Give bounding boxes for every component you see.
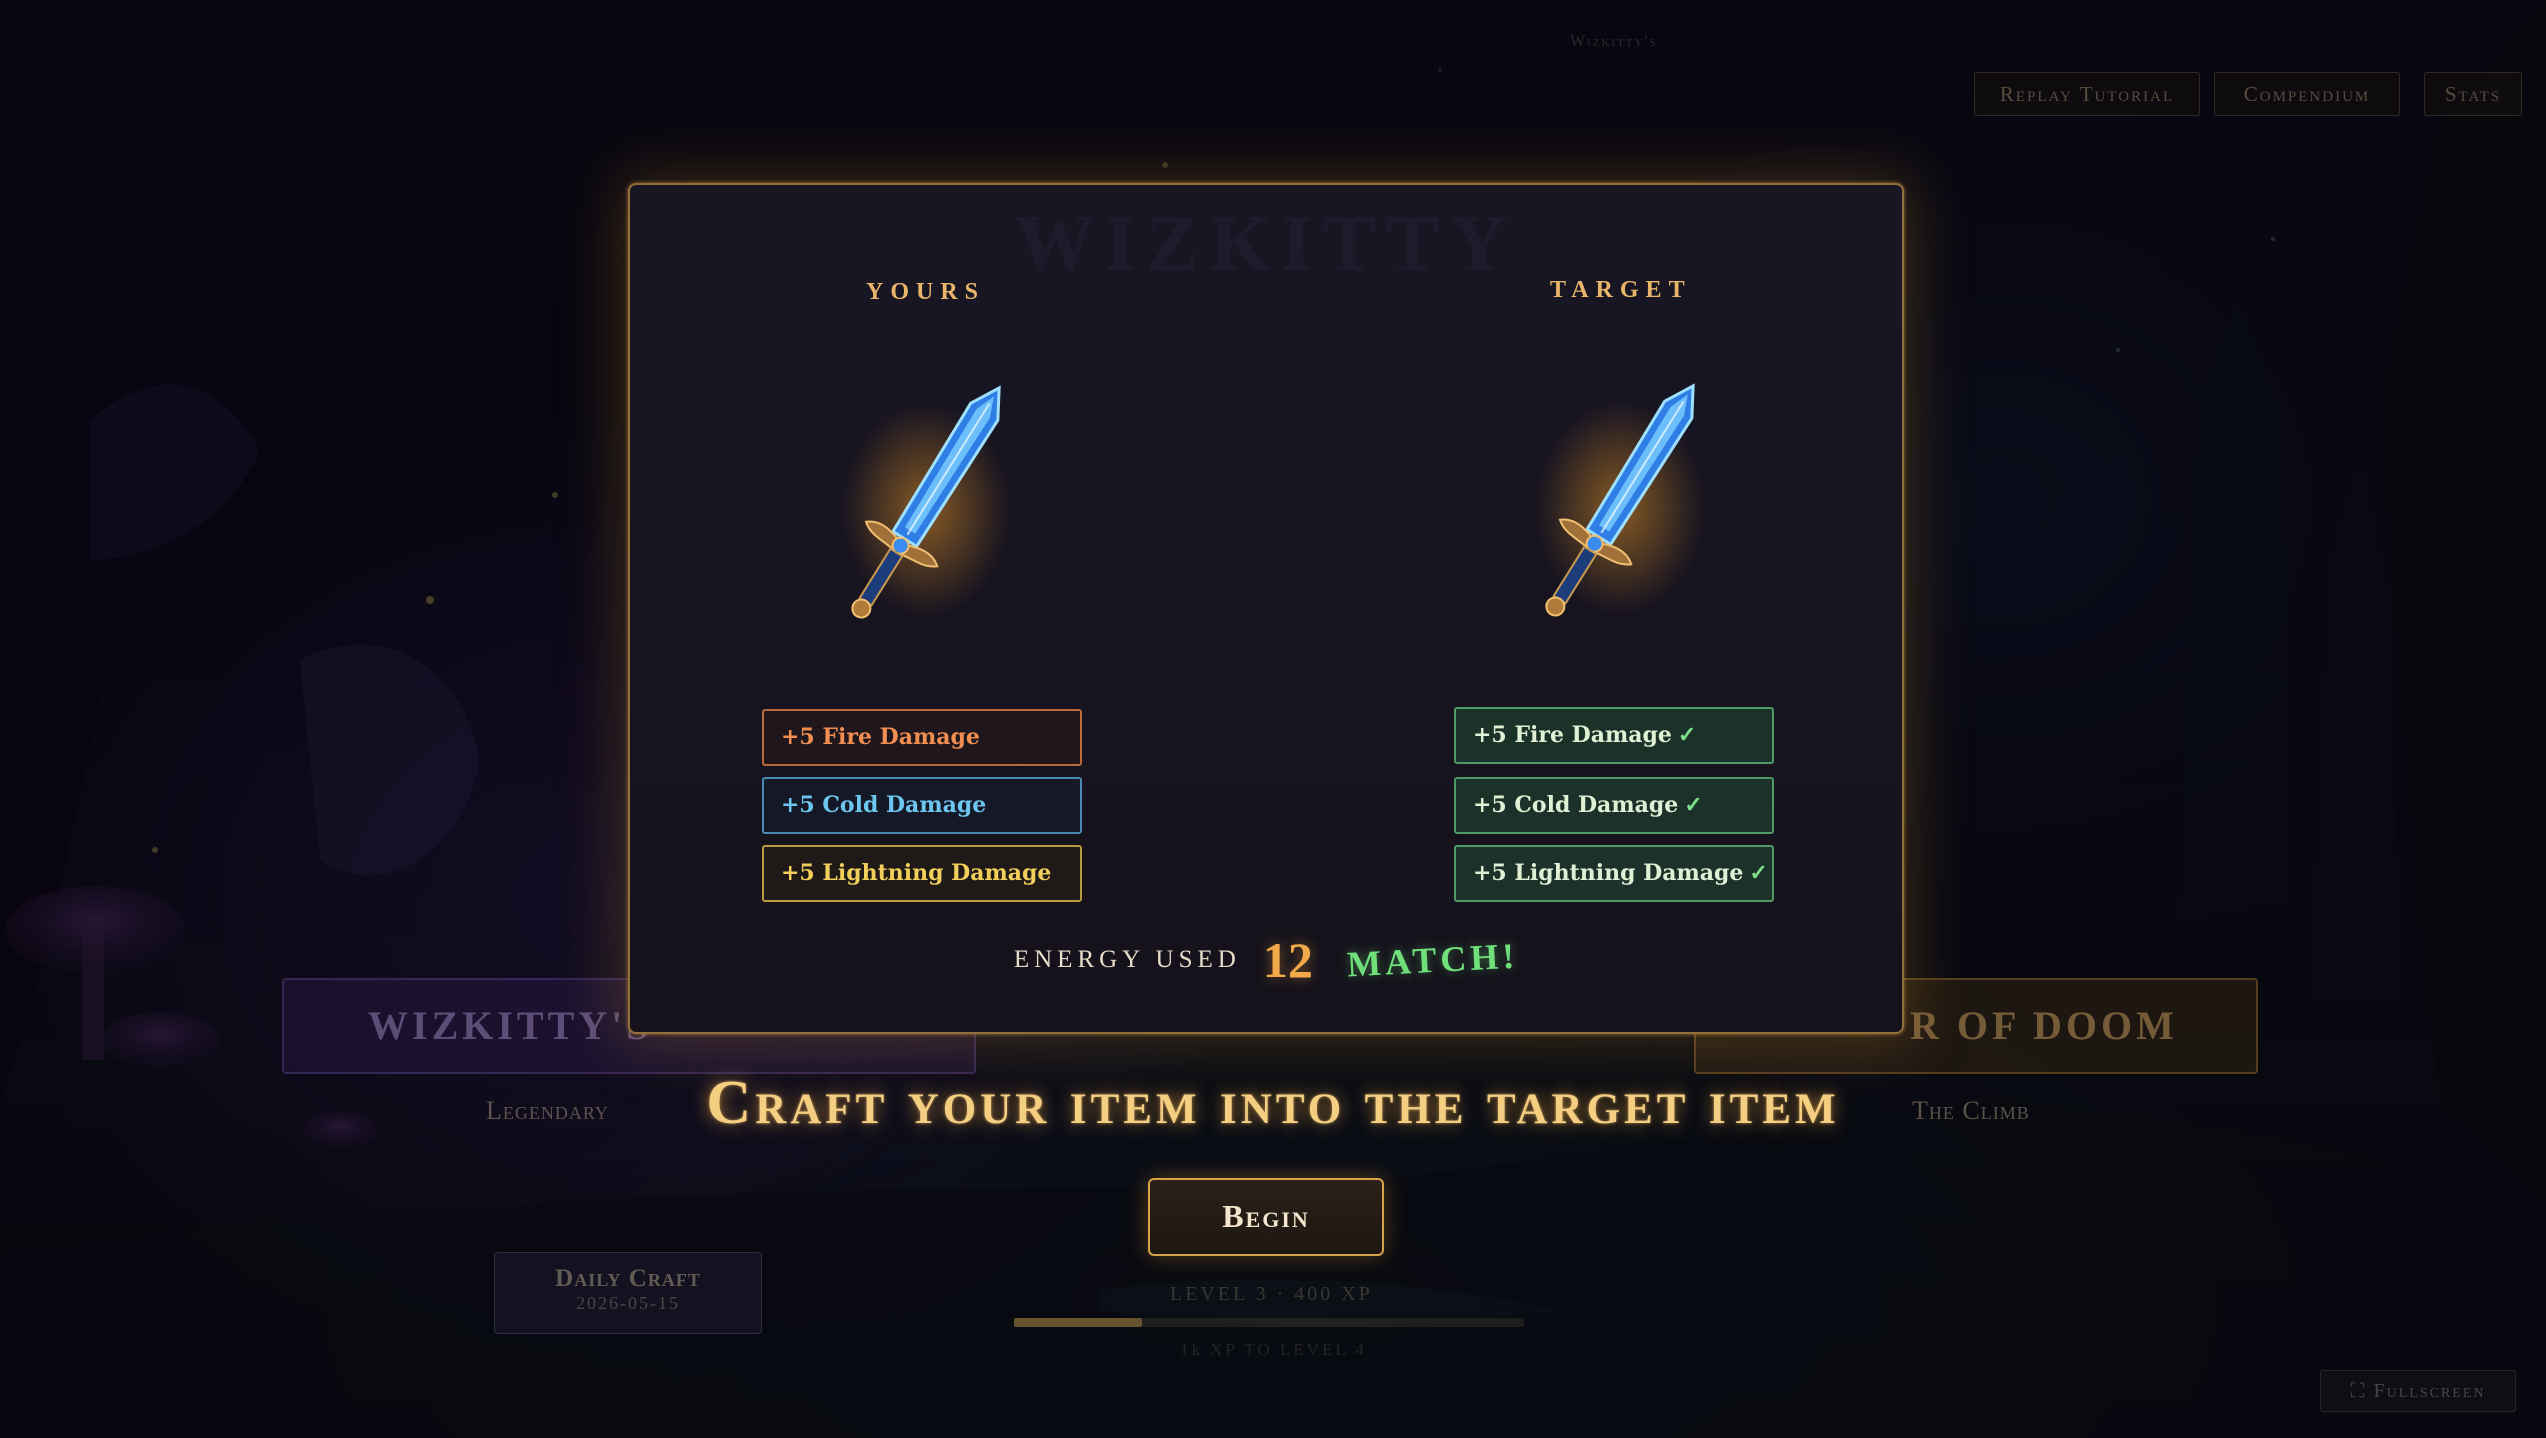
- target-item: [1520, 353, 1720, 653]
- fullscreen-button[interactable]: ⛶ Fullscreen: [2320, 1370, 2516, 1412]
- blue-sword-icon: [1545, 383, 1695, 617]
- target-stat-cold-label: +5 Cold Damage: [1473, 792, 1679, 818]
- check-icon: ✓: [1749, 860, 1768, 886]
- yours-stat-lightning: +5 Lightning Damage: [762, 845, 1082, 902]
- target-stat-fire: +5 Fire Damage ✓: [1454, 707, 1774, 764]
- check-icon: ✓: [1677, 722, 1697, 748]
- energy-used-value: 12: [1262, 932, 1313, 988]
- blue-sword-icon: [851, 385, 1001, 619]
- xp-next-label: 1k XP TO LEVEL 4: [1180, 1340, 1367, 1359]
- match-indicator: MATCH!: [1345, 935, 1520, 985]
- target-heading: TARGET: [1550, 277, 1692, 303]
- energy-used-label: ENERGY USED: [1013, 946, 1241, 973]
- level-label: LEVEL 3 · 400 XP: [1170, 1283, 1373, 1305]
- xp-progress-bar: [1014, 1318, 1524, 1327]
- fullscreen-label: Fullscreen: [2373, 1380, 2486, 1402]
- top-label: Wizkitty's: [1570, 33, 1658, 50]
- fullscreen-icon: ⛶: [2350, 1380, 2374, 1402]
- tutorial-headline: Craft your item into the target item: [706, 1069, 1840, 1137]
- mode-card-right-title: R OF DOOM: [1910, 1003, 2178, 1048]
- daily-craft-date: 2026-05-15: [576, 1293, 680, 1313]
- target-stat-fire-label: +5 Fire Damage: [1473, 722, 1672, 748]
- check-icon: ✓: [1684, 792, 1703, 818]
- energy-row: ENERGY USED 12 MATCH!: [630, 931, 1902, 989]
- target-stat-lightning: +5 Lightning Damage ✓: [1454, 845, 1774, 902]
- compendium-button[interactable]: Compendium: [2214, 72, 2400, 116]
- yours-stat-cold: +5 Cold Damage: [762, 777, 1082, 834]
- tutorial-modal: WIZKITTY YOURS TARGET +5 Fire Damage +5 …: [628, 183, 1904, 1034]
- daily-craft-button[interactable]: Daily Craft 2026-05-15: [494, 1252, 762, 1334]
- xp-progress-fill: [1014, 1318, 1142, 1327]
- game-screen: Wizkitty's Replay Tutorial Compendium St…: [0, 0, 2546, 1438]
- yours-heading: YOURS: [866, 279, 986, 305]
- target-stat-lightning-label: +5 Lightning Damage: [1473, 860, 1744, 886]
- yours-stat-fire: +5 Fire Damage: [762, 709, 1082, 766]
- daily-craft-title: Daily Craft: [555, 1265, 701, 1292]
- yours-item: [826, 355, 1026, 655]
- stats-button[interactable]: Stats: [2424, 72, 2522, 116]
- modal-ghost-title: WIZKITTY: [1014, 200, 1518, 288]
- begin-button[interactable]: Begin: [1148, 1178, 1384, 1256]
- mode-card-left-title: WIZKITTY'S: [368, 1003, 653, 1048]
- replay-tutorial-button[interactable]: Replay Tutorial: [1974, 72, 2200, 116]
- target-stat-cold: +5 Cold Damage ✓: [1454, 777, 1774, 834]
